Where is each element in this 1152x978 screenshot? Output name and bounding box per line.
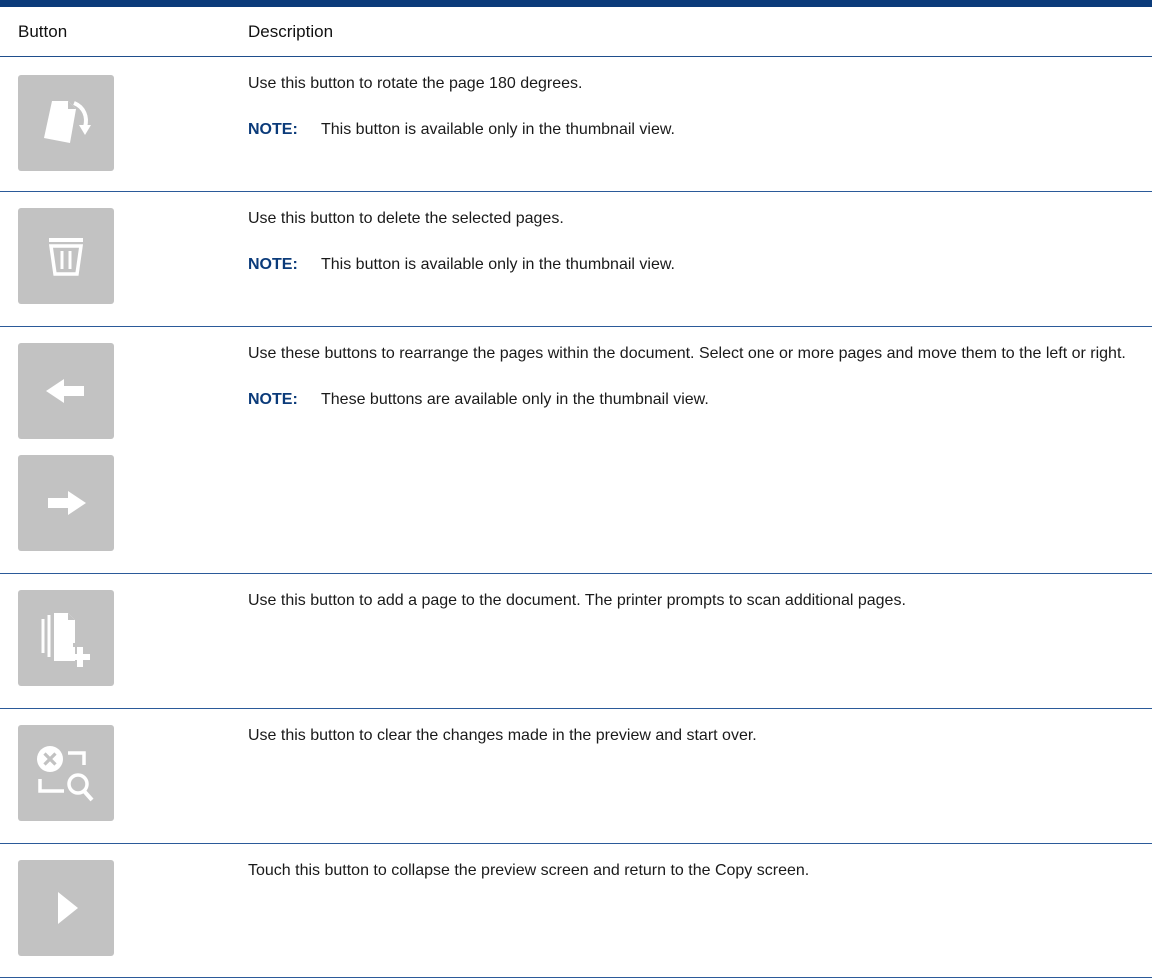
rotate-page-icon xyxy=(44,101,91,143)
description-cell: Use this button to add a page to the doc… xyxy=(248,574,1152,708)
row-description: Touch this button to collapse the previe… xyxy=(248,862,810,879)
arrow-right-icon xyxy=(48,491,86,515)
row-description: Use this button to clear the changes mad… xyxy=(248,727,757,744)
note: NOTE: This button is available only in t… xyxy=(248,254,1132,276)
description-cell: Use this button to rotate the page 180 d… xyxy=(248,57,1152,191)
button-cell xyxy=(0,192,248,326)
move-left-button[interactable] xyxy=(18,343,114,439)
button-cell xyxy=(0,327,248,573)
arrow-left-icon xyxy=(46,379,84,403)
description-cell: Use this button to clear the changes mad… xyxy=(248,709,1152,843)
header-button: Button xyxy=(18,21,68,41)
header-description: Description xyxy=(248,21,334,41)
clear-preview-icon xyxy=(37,746,94,802)
note: NOTE: These buttons are available only i… xyxy=(248,389,1132,411)
row-description: Use this button to delete the selected p… xyxy=(248,210,564,227)
note-label: NOTE: xyxy=(248,256,298,273)
button-cell xyxy=(0,57,248,191)
table-row-collapse: Touch this button to collapse the previe… xyxy=(0,844,1152,978)
note: NOTE: This button is available only in t… xyxy=(248,119,1132,141)
description-cell: Use this button to delete the selected p… xyxy=(248,192,1152,326)
row-description: Use this button to rotate the page 180 d… xyxy=(248,75,583,92)
button-cell xyxy=(0,844,248,977)
table-row-rearrange: Use these buttons to rearrange the pages… xyxy=(0,327,1152,574)
table-row-add-page: Use this button to add a page to the doc… xyxy=(0,574,1152,709)
row-description: Use this button to add a page to the doc… xyxy=(248,592,906,609)
rotate-page-button[interactable] xyxy=(18,75,114,171)
row-description: Use these buttons to rearrange the pages… xyxy=(248,345,1126,362)
button-description-table: Button Description Use this button to ro… xyxy=(0,0,1152,978)
note-text: This button is available only in the thu… xyxy=(321,121,675,138)
button-cell xyxy=(0,709,248,843)
note-text: These buttons are available only in the … xyxy=(321,391,709,408)
table-row-delete: Use this button to delete the selected p… xyxy=(0,192,1152,327)
table-row-clear: Use this button to clear the changes mad… xyxy=(0,709,1152,844)
move-right-button[interactable] xyxy=(18,455,114,551)
add-page-button[interactable] xyxy=(18,590,114,686)
note-label: NOTE: xyxy=(248,121,298,138)
description-cell: Use these buttons to rearrange the pages… xyxy=(248,327,1152,573)
collapse-preview-icon xyxy=(58,892,78,924)
table-header-row: Button Description xyxy=(0,7,1152,57)
trash-icon xyxy=(48,238,84,276)
button-cell xyxy=(0,574,248,708)
clear-preview-button[interactable] xyxy=(18,725,114,821)
add-page-icon xyxy=(41,613,90,667)
note-text: This button is available only in the thu… xyxy=(321,256,675,273)
collapse-preview-button[interactable] xyxy=(18,860,114,956)
table-row-rotate: Use this button to rotate the page 180 d… xyxy=(0,57,1152,192)
note-label: NOTE: xyxy=(248,391,298,408)
delete-pages-button[interactable] xyxy=(18,208,114,304)
description-cell: Touch this button to collapse the previe… xyxy=(248,844,1152,977)
table-top-rule xyxy=(0,0,1152,7)
